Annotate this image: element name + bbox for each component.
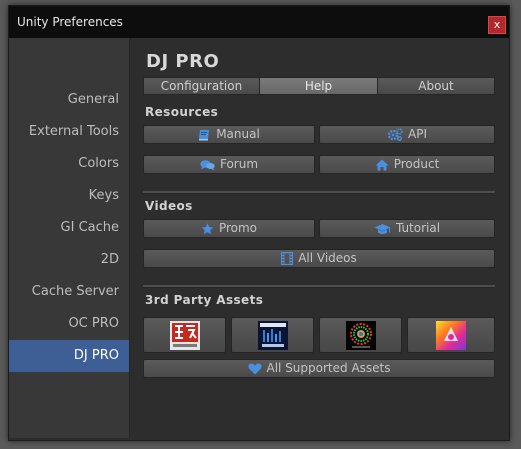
sidebar-item-dj-pro[interactable]: DJ PRO [9,340,129,372]
sidebar-item-cache-server[interactable]: Cache Server [9,276,129,308]
window-title: Unity Preferences [17,15,123,29]
product-label: Product [393,157,440,171]
preferences-sidebar: General External Tools Colors Keys GI Ca… [9,38,130,438]
tutorial-label: Tutorial [395,221,441,235]
graduation-cap-icon [374,223,391,235]
film-icon [281,252,294,265]
tab-help[interactable]: Help [259,77,378,95]
title-bar: Unity Preferences x [9,6,509,38]
manual-label: Manual [216,127,260,141]
api-button[interactable]: API [319,125,495,144]
promo-button[interactable]: Promo [143,219,315,238]
asset-button-rainbow[interactable] [407,317,495,353]
all-supported-assets-button[interactable]: All Supported Assets [143,359,495,378]
star-icon [201,222,214,235]
third-party-heading: 3rd Party Assets [145,293,264,307]
forum-button[interactable]: Forum [143,155,315,174]
section-divider [143,285,495,288]
sidebar-item-colors[interactable]: Colors [9,148,129,180]
book-icon [198,129,211,141]
sidebar-item-oc-pro[interactable]: OC PRO [9,308,129,340]
all-videos-label: All Videos [298,251,357,265]
all-supported-assets-label: All Supported Assets [266,361,391,375]
videos-heading: Videos [145,199,193,213]
sidebar-item-external-tools[interactable]: External Tools [9,116,129,148]
page-title: DJ PRO [146,51,220,72]
close-button[interactable]: x [488,16,506,34]
sidebar-item-gi-cache[interactable]: GI Cache [9,212,129,244]
product-button[interactable]: Product [319,155,495,174]
tab-bar: Configuration Help About [143,77,495,95]
sidebar-item-keys[interactable]: Keys [9,180,129,212]
asset-button-playmaker[interactable] [143,317,226,353]
tutorial-button[interactable]: Tutorial [319,219,495,238]
asset-button-sound-suite[interactable] [231,317,314,353]
api-label: API [408,127,427,141]
asset-button-visualizer[interactable] [319,317,402,353]
audio-visualizer-icon [346,321,376,350]
tab-about[interactable]: About [377,77,495,95]
sidebar-item-2d[interactable]: 2D [9,244,129,276]
tab-configuration[interactable]: Configuration [143,77,260,95]
chat-bubbles-icon [200,159,215,171]
home-icon [375,159,389,171]
gears-icon [387,128,403,141]
section-divider [143,191,495,194]
manual-button[interactable]: Manual [143,125,315,144]
preferences-window: Unity Preferences x General External Too… [8,5,510,441]
forum-label: Forum [219,157,259,171]
playmaker-logo-icon [170,321,200,350]
sidebar-item-general[interactable]: General [9,84,129,116]
all-videos-button[interactable]: All Videos [143,249,495,268]
heart-icon [247,363,262,375]
resources-heading: Resources [145,105,219,119]
preferences-content: DJ PRO Configuration Help About Resource… [130,38,509,438]
complete-sound-suite-icon [258,321,288,350]
rainbow-asset-icon [436,321,466,350]
promo-label: Promo [218,221,258,235]
